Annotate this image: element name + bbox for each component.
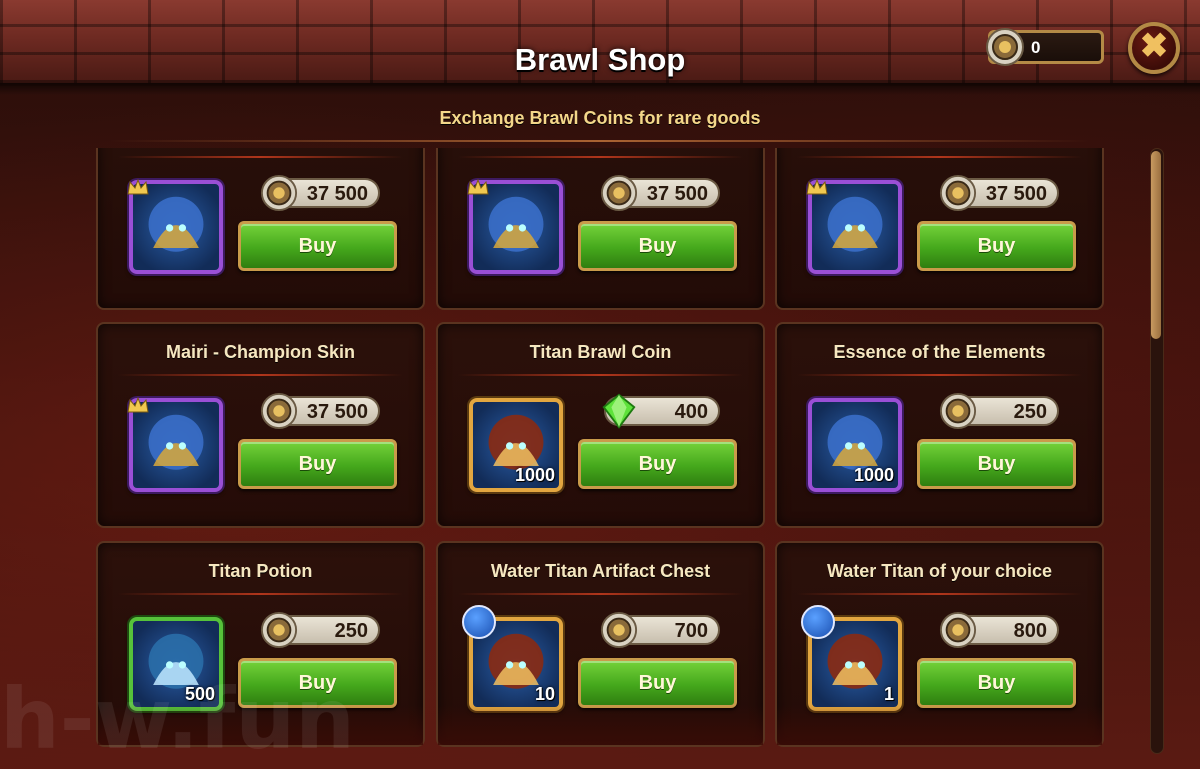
- item-price: 37 500: [260, 392, 380, 430]
- crown-icon: [127, 178, 149, 195]
- brawl-coin-icon: [939, 392, 977, 430]
- brawl-coin-icon: [939, 611, 977, 649]
- buy-button[interactable]: Buy: [578, 658, 737, 708]
- coin-balance-value: 0: [1031, 38, 1041, 57]
- item-icon-frame[interactable]: 1000: [808, 398, 902, 492]
- price-value: 400: [674, 401, 708, 423]
- price-value: 250: [334, 620, 368, 642]
- card-divider: [797, 593, 1082, 595]
- item-price: 250: [260, 611, 380, 649]
- item-title: Mairi - Champion Skin: [165, 342, 356, 362]
- item-icon-frame[interactable]: 1000: [469, 398, 563, 492]
- item-quantity: 10: [534, 684, 555, 704]
- item-title: Titan Brawl Coin: [529, 342, 672, 362]
- brawl-coin-icon: [939, 174, 977, 212]
- item-title: Water Titan Artifact Chest: [490, 561, 711, 581]
- buy-button[interactable]: Buy: [917, 658, 1076, 708]
- fade-overlay: [777, 705, 1102, 745]
- price-value: 250: [1013, 401, 1047, 423]
- fade-overlay: [438, 705, 763, 745]
- crown-icon: [806, 178, 828, 195]
- buy-button[interactable]: Buy: [238, 221, 397, 271]
- item-price: 250: [939, 392, 1059, 430]
- info-list-icon[interactable]: [801, 605, 835, 639]
- coin-balance: 0: [986, 28, 1104, 66]
- scrollbar[interactable]: [1150, 148, 1164, 754]
- subtitle-divider: [110, 140, 1090, 142]
- item-title: Essence of the Elements: [833, 342, 1046, 362]
- price-value: 700: [674, 620, 708, 642]
- card-divider: [458, 156, 743, 158]
- card-divider: [797, 156, 1082, 158]
- sigurd-skin-icon: [488, 196, 544, 252]
- item-price: 37 500: [939, 174, 1059, 212]
- shop-item-card[interactable]: Essence of the Elements 1000 250 Buy: [775, 322, 1104, 528]
- brawl-coin-icon: [986, 28, 1024, 66]
- nova-skin-icon: [827, 196, 883, 252]
- watermark: h-w.fun: [0, 670, 355, 768]
- price-value: 37 500: [306, 401, 368, 423]
- buy-button[interactable]: Buy: [917, 439, 1076, 489]
- card-divider: [118, 593, 403, 595]
- close-button[interactable]: ✖: [1128, 22, 1180, 74]
- buy-button[interactable]: Buy: [578, 221, 737, 271]
- card-divider: [458, 374, 743, 376]
- crown-icon: [467, 178, 489, 195]
- brawl-coin-icon: [260, 392, 298, 430]
- item-quantity: 1: [883, 684, 894, 704]
- shop-item-card[interactable]: Mairi - Champion Skin 37 500 Buy: [96, 322, 425, 528]
- item-price: 37 500: [260, 174, 380, 212]
- price-value: 800: [1013, 620, 1047, 642]
- buy-button[interactable]: Buy: [917, 221, 1076, 271]
- shop-subtitle: Exchange Brawl Coins for rare goods: [439, 108, 761, 128]
- emerald-icon: [602, 393, 636, 429]
- shop-item-card[interactable]: Nova - Champion Skin37 500Buy: [775, 148, 1104, 310]
- item-price: 700: [600, 611, 720, 649]
- buy-button[interactable]: Buy: [238, 439, 397, 489]
- price-value: 37 500: [306, 183, 368, 205]
- shop-item-card[interactable]: Water Titan Artifact Chest 10 700 Buy: [436, 541, 765, 747]
- item-price: 800: [939, 611, 1059, 649]
- card-divider: [118, 156, 403, 158]
- item-price: 400: [602, 393, 720, 429]
- scrollbar-thumb[interactable]: [1151, 151, 1161, 339]
- card-divider: [458, 593, 743, 595]
- brawl-coin-icon: [260, 611, 298, 649]
- item-title: Titan Potion: [208, 561, 313, 581]
- shop-item-card[interactable]: Hyperion - Champion Skin37 500Buy: [96, 148, 425, 310]
- card-divider: [118, 374, 403, 376]
- mairi-skin-icon: [148, 414, 204, 470]
- item-title: Water Titan of your choice: [826, 561, 1053, 581]
- price-value: 37 500: [985, 183, 1047, 205]
- item-quantity: 1000: [853, 465, 894, 485]
- brawl-coin-icon: [600, 174, 638, 212]
- buy-button[interactable]: Buy: [578, 439, 737, 489]
- crown-icon: [127, 396, 149, 413]
- shop-grid[interactable]: Hyperion - Champion Skin37 500BuySigurd …: [96, 148, 1106, 760]
- shop-item-card[interactable]: Water Titan of your choice 1 800 Buy: [775, 541, 1104, 747]
- shop-item-card[interactable]: Sigurd - Champion Skin37 500Buy: [436, 148, 765, 310]
- price-value: 37 500: [646, 183, 708, 205]
- brawl-coin-icon: [260, 174, 298, 212]
- card-divider: [797, 374, 1082, 376]
- item-quantity: 1000: [514, 465, 555, 485]
- item-price: 37 500: [600, 174, 720, 212]
- brawl-coin-icon: [600, 611, 638, 649]
- shop-item-card[interactable]: Titan Brawl Coin 1000 400 Buy: [436, 322, 765, 528]
- info-list-icon[interactable]: [462, 605, 496, 639]
- hyperion-skin-icon: [148, 196, 204, 252]
